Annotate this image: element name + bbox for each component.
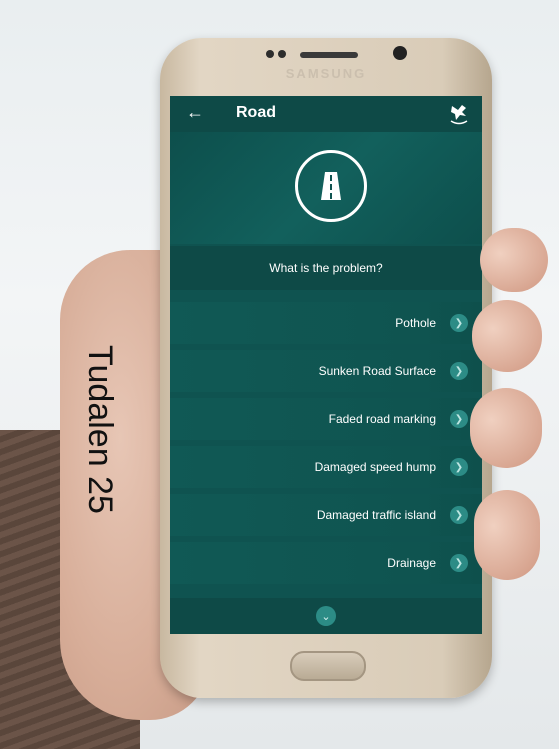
brand-label: SAMSUNG [285, 66, 367, 81]
list-item-label: Drainage [387, 556, 436, 570]
list-item-label: Faded road marking [328, 412, 436, 426]
finger [470, 388, 542, 468]
question-heading: What is the problem? [170, 246, 482, 290]
list-item-label: Damaged traffic island [316, 508, 436, 522]
list-item-drainage[interactable]: Drainage ❯ [170, 542, 482, 584]
category-hero [170, 132, 482, 244]
list-item-damaged-speed-hump[interactable]: Damaged speed hump ❯ [170, 446, 482, 488]
list-item-label: Damaged speed hump [314, 460, 436, 474]
back-arrow-icon[interactable]: ← [186, 102, 204, 123]
front-camera [393, 46, 407, 60]
list-item-pothole[interactable]: Pothole ❯ [170, 302, 482, 344]
road-icon [321, 172, 341, 200]
list-item-faded-road-marking[interactable]: Faded road marking ❯ [170, 398, 482, 440]
list-item-label: Pothole [395, 316, 436, 330]
app-bar: ← Road [170, 96, 482, 132]
chevron-right-icon: ❯ [450, 410, 468, 428]
chevron-right-icon: ❯ [450, 506, 468, 524]
page-title: Road [236, 104, 276, 121]
finger [472, 300, 542, 372]
chevron-right-icon: ❯ [450, 362, 468, 380]
finger [480, 228, 548, 292]
phone: SAMSUNG ← Road What is the problem? Poth… [160, 38, 492, 698]
road-icon-circle [295, 150, 367, 222]
chevron-right-icon: ❯ [450, 314, 468, 332]
finger [474, 490, 540, 580]
chevron-down-icon[interactable]: ⌄ [316, 606, 336, 626]
list-item-label: Sunken Road Surface [318, 364, 436, 378]
list-item-sunken-road-surface[interactable]: Sunken Road Surface ❯ [170, 350, 482, 392]
home-button [290, 651, 366, 681]
chevron-right-icon: ❯ [450, 554, 468, 572]
scroll-footer: ⌄ [170, 598, 482, 634]
sensor-dot [278, 50, 286, 58]
speaker-grille [300, 52, 358, 58]
chevron-right-icon: ❯ [450, 458, 468, 476]
council-logo-icon [450, 105, 468, 125]
problem-list: Pothole ❯ Sunken Road Surface ❯ Faded ro… [170, 302, 482, 590]
sensor-dot [266, 50, 274, 58]
app-screen: ← Road What is the problem? Pothole ❯ Su… [170, 96, 482, 634]
page-number-label: Tudalen 25 [81, 345, 119, 514]
list-item-damaged-traffic-island[interactable]: Damaged traffic island ❯ [170, 494, 482, 536]
